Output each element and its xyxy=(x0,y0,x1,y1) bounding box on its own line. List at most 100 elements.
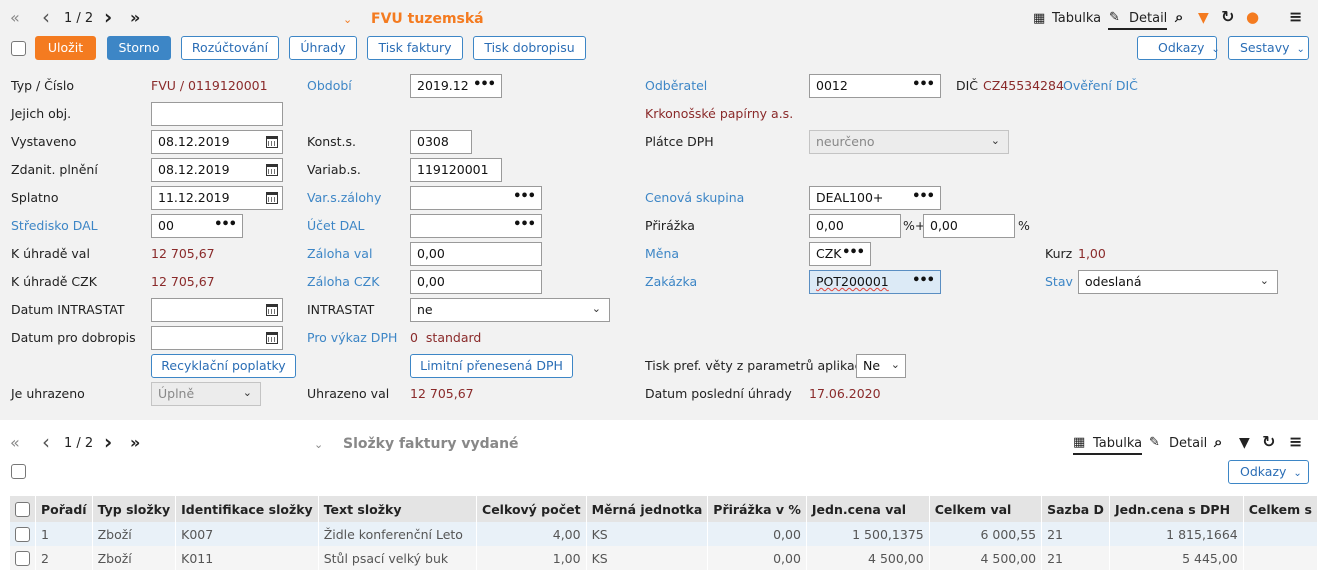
calendar-icon[interactable] xyxy=(266,192,278,204)
odberatel-label[interactable]: Odběratel xyxy=(645,78,707,93)
last-page-icon[interactable]: » xyxy=(130,435,140,451)
user-settings-icon[interactable]: ● xyxy=(1246,9,1259,25)
row-checkbox-cell[interactable] xyxy=(10,522,36,546)
obdobi-input[interactable]: 2019.12 ••• xyxy=(410,74,502,98)
calendar-icon[interactable] xyxy=(266,304,278,316)
column-header[interactable]: Přirážka v % xyxy=(707,496,807,522)
lookup-icon[interactable]: ••• xyxy=(513,189,536,204)
chevron-down-icon[interactable]: ⌄ xyxy=(314,437,323,453)
column-header[interactable]: Jedn.cena s DPH xyxy=(1109,496,1244,522)
menu-icon[interactable]: ≡ xyxy=(1289,9,1302,25)
column-header[interactable]: Identifikace složky xyxy=(175,496,319,522)
row-checkbox-cell[interactable] xyxy=(10,546,36,570)
row-checkbox[interactable] xyxy=(15,527,30,542)
zakazka-input[interactable]: POT200001 ••• xyxy=(809,270,941,294)
view-detail-tab[interactable]: Detail xyxy=(1108,11,1168,30)
stav-select[interactable]: odeslaná ⌄ xyxy=(1078,270,1278,294)
stredisko-label[interactable]: Středisko DAL xyxy=(11,218,98,233)
lookup-icon[interactable]: ••• xyxy=(214,217,237,232)
header-checkbox-cell[interactable] xyxy=(10,496,36,522)
view-table-tab[interactable]: Tabulka xyxy=(1052,11,1101,26)
prev-page-icon[interactable]: ‹ xyxy=(42,7,50,27)
prev-page-icon[interactable]: ‹ xyxy=(42,432,50,452)
refresh-icon[interactable]: ↻ xyxy=(1262,434,1275,450)
prirazka-input-1[interactable]: 0,00 xyxy=(809,214,901,238)
zdanit-input[interactable]: 08.12.2019 xyxy=(151,158,283,182)
column-header[interactable]: Jedn.cena val xyxy=(806,496,930,522)
header-checkbox[interactable] xyxy=(15,502,30,517)
lookup-icon[interactable]: ••• xyxy=(473,77,496,92)
calendar-icon[interactable] xyxy=(266,136,278,148)
lookup-icon[interactable]: ••• xyxy=(912,77,935,92)
zaloha-val-label[interactable]: Záloha val xyxy=(307,246,372,261)
filter-icon[interactable]: ▼ xyxy=(1198,10,1209,26)
lookup-icon[interactable]: ••• xyxy=(912,273,935,288)
cenova-label[interactable]: Cenová skupina xyxy=(645,190,744,205)
lookup-icon[interactable]: ••• xyxy=(842,245,865,260)
edit-icon[interactable]: ✎ xyxy=(1149,435,1160,451)
var-zalohy-label[interactable]: Var.s.zálohy xyxy=(307,190,381,205)
odberatel-input[interactable]: 0012 ••• xyxy=(809,74,941,98)
vystaveno-input[interactable]: 08.12.2019 xyxy=(151,130,283,154)
verify-dic-link[interactable]: Ověření DIČ xyxy=(1063,78,1138,93)
datum-dobropis-input[interactable] xyxy=(151,326,283,350)
column-header[interactable]: Měrná jednotka xyxy=(586,496,709,522)
print-credit-button[interactable]: Tisk dobropisu xyxy=(473,36,586,60)
items-view-table-tab[interactable]: Tabulka xyxy=(1073,436,1143,455)
first-page-icon[interactable]: « xyxy=(10,10,20,26)
search-icon[interactable]: ⌕ xyxy=(1214,434,1222,450)
last-page-icon[interactable]: » xyxy=(130,10,140,26)
items-view-detail-tab[interactable]: Detail xyxy=(1169,436,1207,451)
datum-intrastat-input[interactable] xyxy=(151,298,283,322)
intrastat-select[interactable]: ne ⌄ xyxy=(410,298,610,322)
column-header[interactable]: Sazba D xyxy=(1041,496,1110,522)
column-header[interactable]: Pořadí xyxy=(35,496,93,522)
items-select-checkbox[interactable] xyxy=(11,464,26,479)
next-page-icon[interactable]: › xyxy=(104,7,112,27)
table-icon[interactable]: ▦ xyxy=(1033,11,1045,27)
lookup-icon[interactable]: ••• xyxy=(912,189,935,204)
calendar-icon[interactable] xyxy=(266,332,278,344)
payments-button[interactable]: Úhrady xyxy=(289,36,357,60)
mena-input[interactable]: CZK ••• xyxy=(809,242,871,266)
splatno-input[interactable]: 11.12.2019 xyxy=(151,186,283,210)
limit-vat-button[interactable]: Limitní přenesená DPH xyxy=(410,354,573,378)
save-button[interactable]: Uložit xyxy=(35,36,96,60)
calendar-icon[interactable] xyxy=(266,164,278,176)
links-button[interactable]: Odkazy ⌄ xyxy=(1137,36,1220,60)
column-header[interactable]: Typ složky xyxy=(92,496,177,522)
next-page-icon[interactable]: › xyxy=(104,432,112,452)
filter-icon[interactable]: ▼ xyxy=(1239,435,1250,451)
table-row[interactable]: 2 Zboží K011 Stůl psací velký buk 1,00 K… xyxy=(10,546,1318,570)
ucet-dal-label[interactable]: Účet DAL xyxy=(307,218,365,233)
recycling-fees-button[interactable]: Recyklační poplatky xyxy=(151,354,296,378)
chevron-down-icon[interactable]: ⌄ xyxy=(343,12,352,28)
tisk-pref-select[interactable]: Ne ⌄ xyxy=(856,354,906,378)
refresh-icon[interactable]: ↻ xyxy=(1221,9,1234,25)
first-page-icon[interactable]: « xyxy=(10,435,20,451)
lookup-icon[interactable]: ••• xyxy=(513,217,536,232)
zaloha-czk-label[interactable]: Záloha CZK xyxy=(307,274,379,289)
column-header[interactable]: Text složky xyxy=(318,496,478,522)
select-checkbox[interactable] xyxy=(11,41,26,56)
pro-vykaz-label[interactable]: Pro výkaz DPH xyxy=(307,330,397,345)
menu-icon[interactable]: ≡ xyxy=(1289,434,1302,450)
allocation-button[interactable]: Rozúčtování xyxy=(181,36,279,60)
prirazka-input-2[interactable]: 0,00 xyxy=(923,214,1015,238)
var-zalohy-input[interactable]: ••• xyxy=(410,186,542,210)
table-row[interactable]: 1 Zboží K007 Židle konferenční Leto 4,00… xyxy=(10,522,1318,546)
mena-label[interactable]: Měna xyxy=(645,246,679,261)
cenova-input[interactable]: DEAL100+ ••• xyxy=(809,186,941,210)
column-header[interactable]: Celkový počet xyxy=(476,496,587,522)
stav-label[interactable]: Stav xyxy=(1045,274,1073,289)
stredisko-input[interactable]: 00 ••• xyxy=(151,214,243,238)
reports-button[interactable]: Sestavy ⌄ xyxy=(1228,36,1309,60)
print-invoice-button[interactable]: Tisk faktury xyxy=(367,36,463,60)
ucet-dal-input[interactable]: ••• xyxy=(410,214,542,238)
search-icon[interactable]: ⌕ xyxy=(1175,9,1183,25)
variab-input[interactable]: 119120001 xyxy=(410,158,502,182)
zaloha-czk-input[interactable]: 0,00 xyxy=(410,270,542,294)
column-header[interactable]: Celkem s xyxy=(1243,496,1318,522)
obdobi-label[interactable]: Období xyxy=(307,78,352,93)
items-links-button[interactable]: Odkazy ⌄ xyxy=(1228,460,1309,484)
